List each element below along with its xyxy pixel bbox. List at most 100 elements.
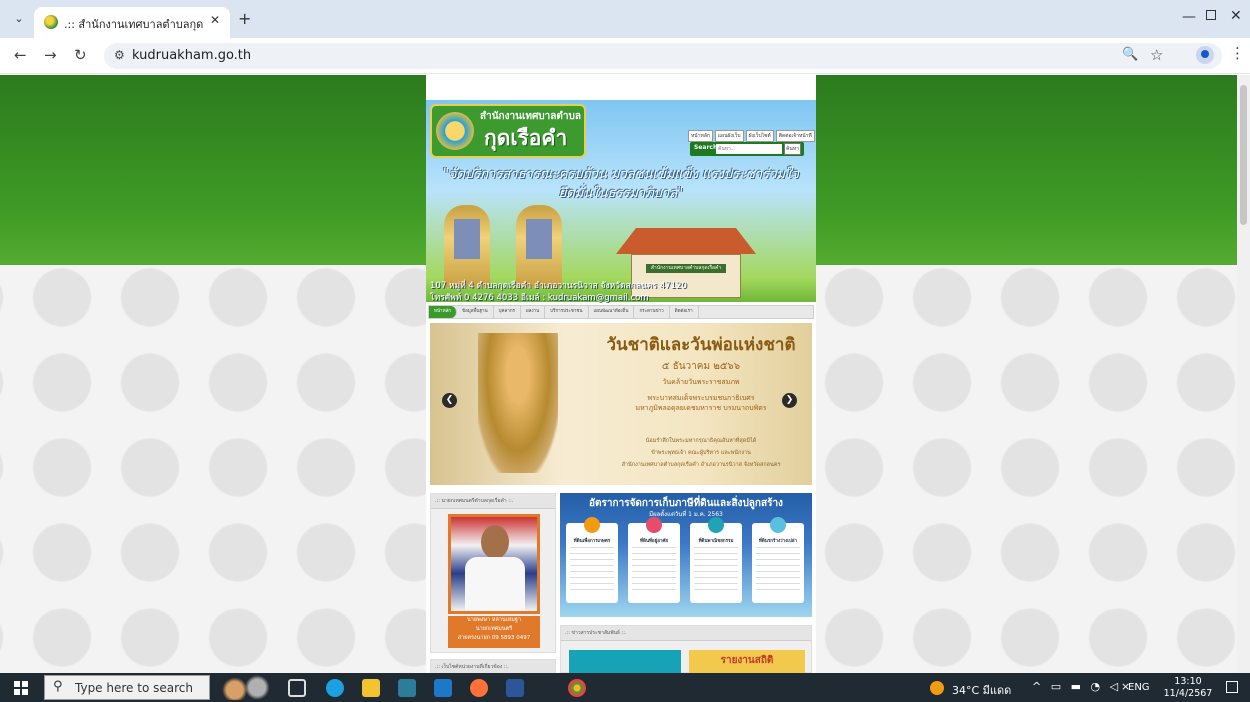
notification-icon[interactable] [1226, 681, 1238, 693]
building-sign: สำนักงานเทศบาลตำบลกุดเรือคำ [646, 264, 726, 273]
profile-icon[interactable] [1196, 46, 1214, 64]
reload-icon[interactable]: ↻ [74, 46, 87, 64]
forward-icon[interactable]: → [44, 46, 57, 64]
card-heading: ที่ดินเพื่อการเกษตร [573, 539, 611, 544]
quicklink-webmap[interactable]: ผังเว็บไซต์ [745, 130, 774, 142]
maximize-icon[interactable] [1206, 10, 1216, 20]
task-view-icon[interactable] [288, 679, 306, 697]
scrollbar-thumb[interactable] [1240, 85, 1247, 225]
new-tab-icon[interactable]: + [238, 9, 251, 28]
site-search: Search : ค้นหา [690, 142, 804, 156]
king-portrait-image [478, 333, 558, 473]
edge-icon[interactable] [326, 679, 344, 697]
land-icon [770, 517, 786, 533]
tax-card-agriculture: ที่ดินเพื่อการเกษตร [566, 517, 618, 603]
tab-title: .:: สำนักงานเทศบาลตำบลกุดเรือคำ ::. [64, 18, 204, 31]
zoom-icon[interactable]: 🔍 [1122, 47, 1138, 62]
card-heading: ที่ดินพาณิชยกรรม [698, 539, 734, 544]
royal-portrait-right [516, 205, 562, 287]
card-table [570, 547, 614, 595]
url-text[interactable]: kudruakham.go.th [132, 48, 251, 63]
tab-search-icon[interactable]: ⌄ [10, 10, 28, 28]
tax-card-residential: ที่ดินที่อยู่อาศัย [628, 517, 680, 603]
office-contact: โทรศัพท์ 0 4276 4033 อีเมล์ : kudruakam@… [430, 293, 649, 303]
site-info-icon[interactable]: ⚙ [114, 48, 125, 62]
mayor-phone: สายตรงนายก 09 5893 0497 [457, 635, 531, 641]
card-heading: ที่ดินที่อยู่อาศัย [640, 539, 668, 544]
building-roof [616, 228, 756, 254]
clock-date[interactable]: 11/4/2567 [1160, 688, 1216, 699]
slider-prev-icon[interactable]: ❮ [442, 393, 457, 408]
slide-line-3: มหาภูมิพลอดุลยเดชมหาราช บรมนาถบพิตร [635, 404, 767, 412]
weather-text[interactable]: 34°C มีแดด [952, 681, 1011, 699]
card-table [756, 547, 800, 595]
chrome-icon[interactable] [568, 679, 586, 697]
menu-item-basic-info[interactable]: ข้อมูลพื้นฐาน [457, 306, 494, 318]
mayor-face [481, 525, 509, 559]
taskbar-search-text: Type here to search [75, 681, 193, 695]
mail-icon[interactable] [434, 679, 452, 697]
windows-start-icon[interactable] [14, 681, 28, 695]
quicklink-sitemap[interactable]: แผนผังเว็บ [714, 130, 744, 142]
back-icon[interactable]: ← [14, 46, 27, 64]
quicklink-contact[interactable]: ติดต่อเจ้าหน้าที่ [775, 130, 815, 142]
tax-card-vacant: ที่ดินรกร้างว่างเปล่า [752, 517, 804, 603]
quicklink-home[interactable]: หน้าหลัก [688, 130, 713, 142]
window-close-icon[interactable]: ✕ [1230, 8, 1242, 24]
browser-tab[interactable]: .:: สำนักงานเทศบาลตำบลกุดเรือคำ ::. ✕ [34, 7, 230, 38]
tax-card-commercial: ที่ดินพาณิชยกรรม [690, 517, 742, 603]
menu-item-contact[interactable]: ติดต่อเรา [670, 306, 699, 318]
taskbar: ⚲ Type here to search 34°C มีแดด ^ ▭ ▬ ◔… [0, 673, 1250, 702]
search-input[interactable] [716, 144, 782, 154]
site-logo[interactable]: สำนักงานเทศบาลตำบล กุดเรือคำ [430, 104, 586, 158]
card-table [632, 547, 676, 595]
mayor-panel-heading: .:: นายกเทศมนตรีตำบลกุดเรือคำ ::. [431, 494, 555, 509]
system-tray-icons[interactable]: ^ ▭ ▬ ◔ ◁× [1032, 680, 1133, 693]
slide-blessing-1: น้อมรำลึกในพระมหากรุณาธิคุณอันหาที่สุดมิ… [645, 438, 757, 444]
address-bar[interactable]: ⚙ kudruakham.go.th 🔍 ☆ [104, 43, 1222, 69]
card-table [694, 547, 738, 595]
report-stats-image[interactable]: รายงานสถิติ [689, 650, 805, 673]
menu-item-plans[interactable]: แผนพัฒนาท้องถิ่น [589, 306, 635, 318]
minimize-icon[interactable]: — [1182, 9, 1196, 25]
taskbar-search[interactable]: ⚲ Type here to search [44, 675, 210, 700]
close-icon[interactable]: ✕ [210, 13, 220, 27]
royal-portrait-left [444, 205, 490, 287]
menu-item-results[interactable]: ผลงาน [521, 306, 546, 318]
search-icon: ⚲ [53, 679, 63, 694]
report-stats-label: รายงานสถิติ [720, 655, 774, 666]
related-sites-panel: .:: เว็บไซต์หน่วยงานที่เกี่ยวข้อง ::. [430, 659, 556, 673]
language-indicator[interactable]: ENG [1128, 682, 1150, 693]
store-icon[interactable] [398, 679, 416, 697]
menu-kebab-icon[interactable]: ⋮ [1230, 44, 1245, 62]
file-explorer-icon[interactable] [362, 679, 380, 697]
news-image[interactable] [569, 650, 681, 673]
word-icon[interactable] [506, 679, 524, 697]
clock-time[interactable]: 13:10 [1168, 676, 1208, 687]
menu-item-board[interactable]: กระดานข่าว [634, 306, 670, 318]
weather-sun-icon[interactable] [930, 681, 944, 695]
web-page: สำนักงานเทศบาลตำบล กุดเรือคำ หน้าหลัก แผ… [0, 75, 1237, 673]
house-icon [646, 517, 662, 533]
page-scrollbar[interactable] [1237, 75, 1250, 673]
slider-next-icon[interactable]: ❯ [782, 393, 797, 408]
site-favicon [44, 15, 58, 29]
news-panel-heading: .:: ข่าวสารประชาสัมพันธ์ ::. [561, 626, 811, 641]
site-header: สำนักงานเทศบาลตำบล กุดเรือคำ หน้าหลัก แผ… [426, 100, 816, 303]
mayor-uniform [465, 557, 525, 611]
town-name: กุดเรือคำ [484, 126, 568, 150]
search-highlight-image[interactable] [218, 675, 274, 700]
menu-item-services[interactable]: บริการประชาชน [545, 306, 589, 318]
main-menu: หน้าหลัก ข้อมูลพื้นฐาน บุคลากร ผลงาน บริ… [428, 305, 814, 319]
menu-item-staff[interactable]: บุคลากร [494, 306, 521, 318]
slide-blessing-3: สำนักงานเทศบาลตำบลกุดเรือคำ อำเภอวานรนิว… [621, 462, 781, 468]
menu-item-home[interactable]: หน้าหลัก [429, 306, 458, 318]
bookmark-star-icon[interactable]: ☆ [1150, 46, 1163, 64]
municipal-seal-icon [436, 112, 474, 150]
firefox-icon[interactable] [470, 679, 488, 697]
slide-date: ๕ ธันวาคม ๒๕๖๖ [661, 361, 741, 372]
search-button[interactable]: ค้นหา [784, 143, 801, 155]
slide-line-1: วันคล้ายวันพระราชสมภพ [662, 378, 740, 386]
image-slider: วันชาติและวันพ่อแห่งชาติ ๕ ธันวาคม ๒๕๖๖ … [430, 323, 812, 485]
tax-rate-banner[interactable]: อัตราการจัดการเก็บภาษีที่ดินและสิ่งปลูกส… [560, 493, 812, 617]
